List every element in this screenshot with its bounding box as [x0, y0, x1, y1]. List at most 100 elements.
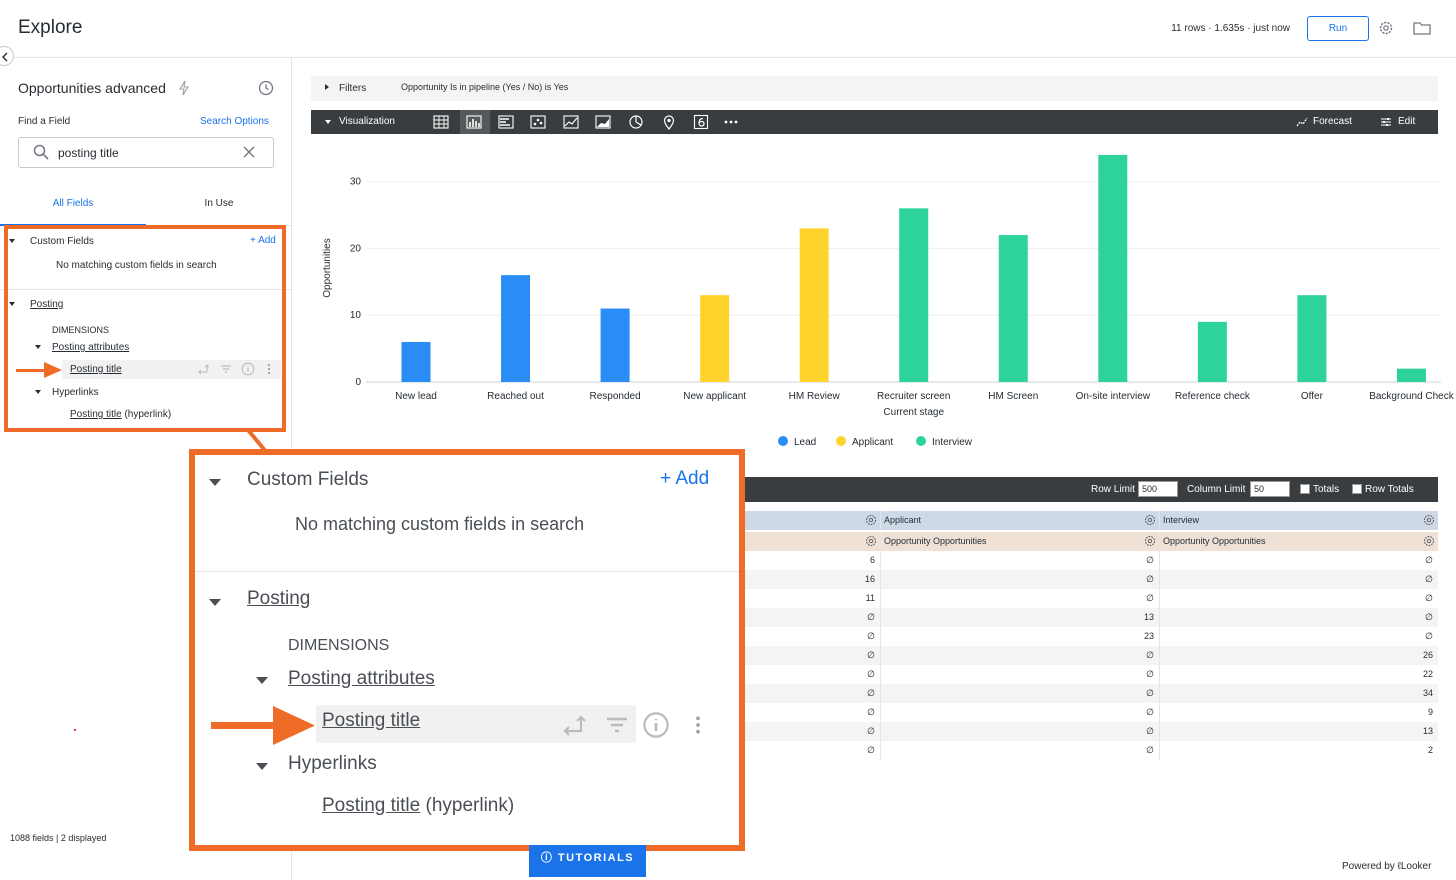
table-cell[interactable]: ∅: [1146, 684, 1154, 703]
bar-chart-icon[interactable]: [497, 113, 515, 131]
column-divider: [1159, 684, 1160, 703]
caret-right-icon[interactable]: [325, 84, 329, 90]
forecast-icon[interactable]: [1296, 116, 1308, 128]
table-cell[interactable]: ∅: [1146, 551, 1154, 570]
visualization-label[interactable]: Visualization: [339, 116, 395, 127]
bar-interview[interactable]: [1396, 368, 1426, 382]
table-cell[interactable]: 6: [870, 551, 875, 570]
row-totals-checkbox[interactable]: [1352, 484, 1362, 494]
legend-swatch[interactable]: [836, 436, 846, 446]
single-value-icon[interactable]: [692, 113, 710, 131]
collapse-sidebar-button[interactable]: [0, 46, 14, 66]
table-cell[interactable]: ∅: [1146, 703, 1154, 722]
settings-sliders-icon[interactable]: [1380, 116, 1392, 128]
history-icon[interactable]: [258, 80, 274, 96]
gear-icon[interactable]: [1144, 535, 1156, 547]
table-cell[interactable]: 34: [1423, 684, 1433, 703]
gear-icon[interactable]: [1378, 20, 1394, 36]
bar-interview[interactable]: [1197, 321, 1227, 382]
zoom-dimensions-heading: DIMENSIONS: [288, 637, 390, 654]
more-horizontal-icon[interactable]: [722, 113, 740, 131]
table-cell[interactable]: ∅: [1425, 608, 1433, 627]
table-cell[interactable]: 22: [1423, 665, 1433, 684]
table-cell[interactable]: 13: [1144, 608, 1154, 627]
bar-interview[interactable]: [998, 235, 1028, 382]
table-cell[interactable]: ∅: [1146, 589, 1154, 608]
table-cell[interactable]: ∅: [1146, 741, 1154, 760]
run-button[interactable]: Run: [1307, 16, 1369, 41]
bar-lead[interactable]: [600, 308, 630, 382]
search-input[interactable]: [58, 145, 228, 161]
bar-interview[interactable]: [899, 208, 929, 382]
table-cell[interactable]: 9: [1428, 703, 1433, 722]
bar-lead[interactable]: [401, 341, 431, 382]
table-cell[interactable]: ∅: [867, 684, 875, 703]
legend-swatch[interactable]: [778, 436, 788, 446]
bar-applicant[interactable]: [799, 228, 829, 382]
gear-icon[interactable]: [1423, 514, 1435, 526]
area-chart-icon[interactable]: [594, 113, 612, 131]
table-cell[interactable]: ∅: [1425, 570, 1433, 589]
table-cell[interactable]: ∅: [867, 608, 875, 627]
table-cell[interactable]: 26: [1423, 646, 1433, 665]
tab-in-use[interactable]: In Use: [146, 190, 292, 226]
folder-icon[interactable]: [1413, 20, 1431, 36]
table-row: ∅ 13 ∅: [735, 608, 1438, 627]
table-cell[interactable]: ∅: [1425, 627, 1433, 646]
pie-chart-icon[interactable]: [627, 113, 645, 131]
bar-applicant[interactable]: [700, 295, 730, 382]
table-cell[interactable]: ∅: [867, 627, 875, 646]
legend-swatch[interactable]: [916, 436, 926, 446]
page-title: Explore: [18, 17, 83, 38]
column-limit-input[interactable]: [1250, 481, 1290, 497]
line-chart-icon[interactable]: [562, 113, 580, 131]
edit-viz-button[interactable]: Edit: [1398, 116, 1415, 127]
gear-icon[interactable]: [1423, 535, 1435, 547]
zoom-custom-fields-label: Custom Fields: [247, 469, 369, 490]
table-cell[interactable]: 16: [865, 570, 875, 589]
map-pin-icon[interactable]: [660, 113, 678, 131]
search-options-link[interactable]: Search Options: [200, 116, 269, 127]
table-cell[interactable]: 23: [1144, 627, 1154, 646]
pivot-header[interactable]: Applicant: [884, 511, 921, 530]
totals-checkbox[interactable]: [1300, 484, 1310, 494]
tab-all-fields[interactable]: All Fields: [0, 190, 146, 226]
gear-icon[interactable]: [865, 514, 877, 526]
bar-lead[interactable]: [501, 275, 531, 382]
table-cell[interactable]: ∅: [867, 646, 875, 665]
measure-header[interactable]: Opportunity Opportunities: [884, 532, 987, 551]
bolt-icon[interactable]: [178, 80, 190, 96]
table-viz-icon[interactable]: [432, 113, 450, 131]
bar-interview[interactable]: [1098, 154, 1128, 382]
legend-label[interactable]: Lead: [794, 437, 816, 448]
table-cell[interactable]: ∅: [1425, 589, 1433, 608]
table-cell[interactable]: ∅: [1146, 665, 1154, 684]
caret-down-icon[interactable]: [325, 120, 331, 124]
table-cell[interactable]: ∅: [867, 741, 875, 760]
close-icon[interactable]: [242, 145, 256, 159]
table-cell[interactable]: ∅: [1146, 570, 1154, 589]
table-cell[interactable]: ∅: [867, 665, 875, 684]
measure-header[interactable]: Opportunity Opportunities: [1163, 532, 1266, 551]
legend-label[interactable]: Interview: [932, 437, 973, 448]
table-cell[interactable]: ∅: [1425, 551, 1433, 570]
forecast-button[interactable]: Forecast: [1313, 116, 1352, 127]
table-cell[interactable]: 13: [1423, 722, 1433, 741]
table-cell[interactable]: ∅: [867, 722, 875, 741]
filters-label[interactable]: Filters: [339, 83, 366, 94]
row-limit-input[interactable]: [1138, 481, 1178, 497]
table-cell[interactable]: 2: [1428, 741, 1433, 760]
table-cell[interactable]: ∅: [1146, 646, 1154, 665]
table-cell[interactable]: ∅: [867, 703, 875, 722]
legend-label[interactable]: Applicant: [852, 437, 893, 448]
table-cell[interactable]: ∅: [1146, 722, 1154, 741]
scatter-chart-icon[interactable]: [529, 113, 547, 131]
gear-icon[interactable]: [1144, 514, 1156, 526]
x-tick-label: Recruiter screen: [877, 391, 950, 402]
tutorials-button[interactable]: ⓘ TUTORIALS: [529, 845, 646, 877]
pivot-header[interactable]: Interview: [1163, 511, 1199, 530]
gear-icon[interactable]: [865, 535, 877, 547]
table-cell[interactable]: 11: [866, 589, 875, 608]
column-chart-icon[interactable]: [465, 113, 483, 131]
bar-interview[interactable]: [1297, 295, 1327, 382]
